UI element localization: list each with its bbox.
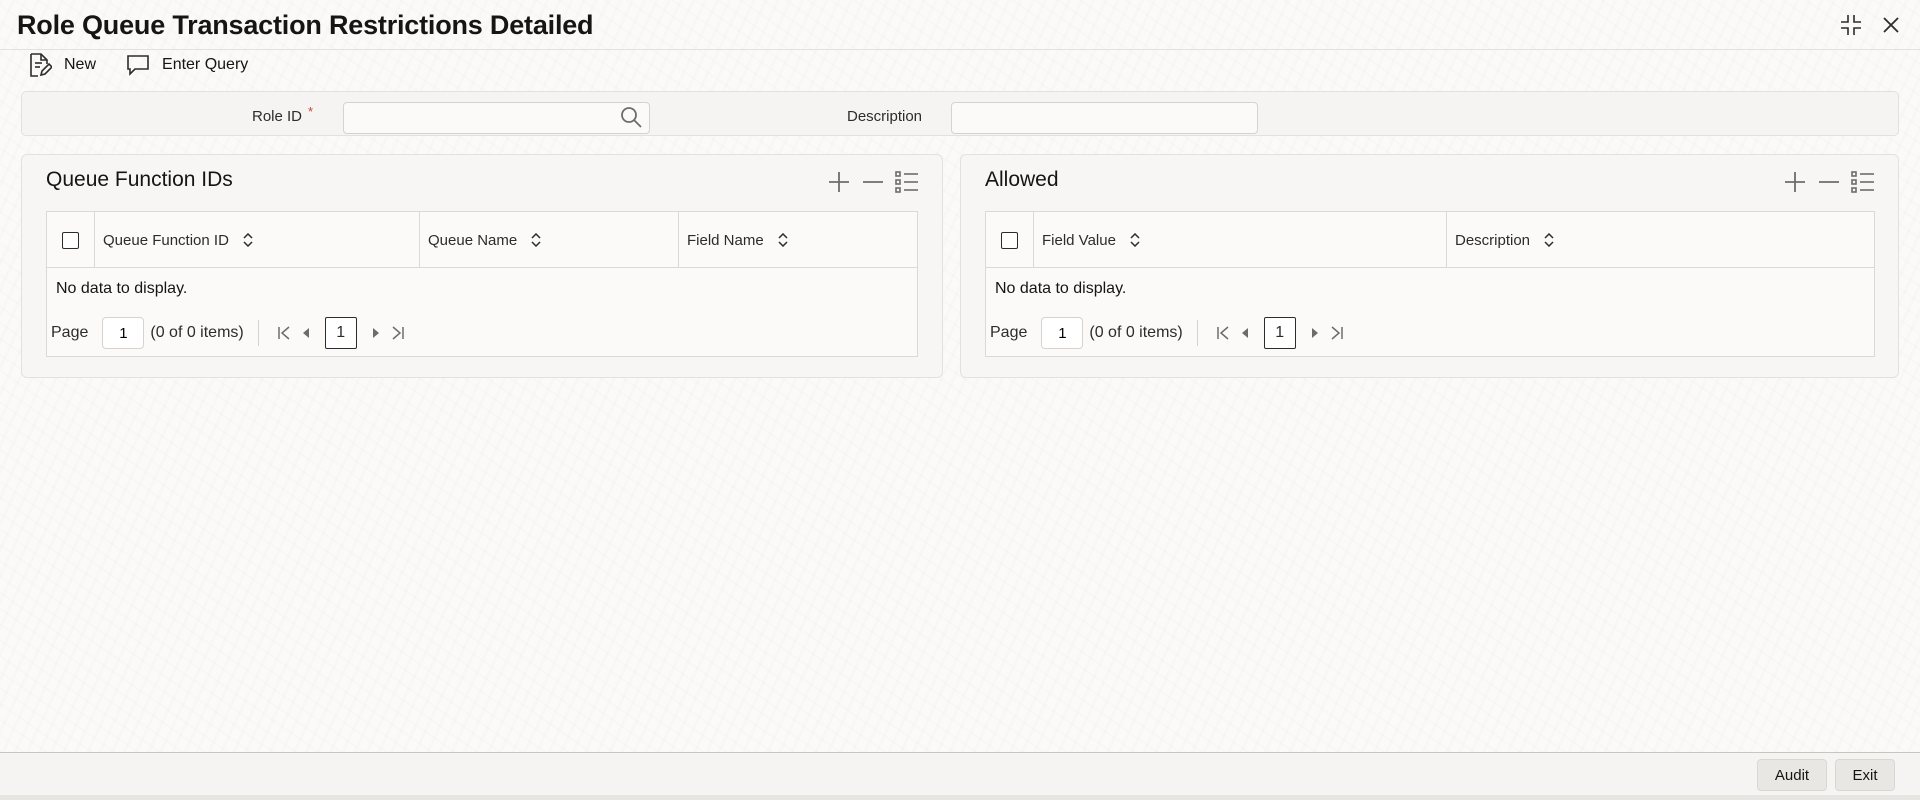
queue-panel-title: Queue Function IDs <box>46 168 233 191</box>
page-count: (0 of 0 items) <box>1089 324 1183 341</box>
description-input[interactable] <box>951 102 1258 134</box>
enter-query-button[interactable]: Enter Query <box>126 54 248 76</box>
footer-bar: Audit Exit <box>0 752 1920 800</box>
exit-button[interactable]: Exit <box>1835 759 1895 791</box>
next-page-icon[interactable] <box>1304 318 1326 348</box>
queue-grid: Queue Function ID Queue Name Field Name … <box>46 211 918 357</box>
allowed-grid-header: Field Value Description <box>986 212 1874 268</box>
current-page-button[interactable]: 1 <box>1263 317 1296 349</box>
page-number-input[interactable] <box>102 317 145 349</box>
col-label: Description <box>1455 231 1531 249</box>
col-label: Queue Name <box>428 231 518 249</box>
page-label: Page <box>51 324 89 341</box>
role-id-input[interactable] <box>343 102 650 134</box>
next-page-icon[interactable] <box>365 318 387 348</box>
allowed-col-field-value[interactable]: Field Value <box>1033 212 1446 268</box>
audit-button[interactable]: Audit <box>1757 759 1827 791</box>
sort-icon[interactable] <box>531 233 541 247</box>
required-marker: * <box>308 104 314 119</box>
description-label: Description <box>847 108 923 125</box>
sort-icon[interactable] <box>243 233 253 247</box>
page-count: (0 of 0 items) <box>150 324 244 341</box>
queue-grid-header: Queue Function ID Queue Name Field Name <box>47 212 917 268</box>
single-record-view-icon[interactable] <box>1850 169 1876 195</box>
queue-select-all-checkbox[interactable] <box>62 231 79 249</box>
window-controls <box>1838 12 1904 38</box>
queue-panel-actions <box>826 169 920 195</box>
queue-select-all-cell <box>47 212 94 268</box>
previous-page-icon[interactable] <box>295 318 317 348</box>
col-label: Field Name <box>687 231 764 249</box>
queue-col-queue-name[interactable]: Queue Name <box>419 212 678 268</box>
sort-icon[interactable] <box>1544 233 1554 247</box>
sort-icon[interactable] <box>778 233 788 247</box>
col-label: Field Value <box>1042 231 1116 249</box>
search-icon[interactable] <box>619 105 643 129</box>
queue-empty-message: No data to display. <box>56 280 188 297</box>
role-id-label: Role ID * <box>252 104 313 125</box>
allowed-panel-title: Allowed <box>985 168 1059 191</box>
page-title: Role Queue Transaction Restrictions Deta… <box>17 10 594 40</box>
allowed-grid: Field Value Description No data to displ… <box>985 211 1875 357</box>
first-page-icon[interactable] <box>273 318 295 348</box>
allowed-empty-message: No data to display. <box>995 280 1127 297</box>
footer-strip <box>0 795 1920 800</box>
query-bubble-icon <box>127 55 149 76</box>
toolbar: New Enter Query <box>28 52 248 78</box>
add-row-icon[interactable] <box>1782 169 1808 195</box>
header-form: Role ID * Description <box>21 91 1899 136</box>
queue-col-field-name[interactable]: Field Name <box>678 212 919 268</box>
add-row-icon[interactable] <box>826 169 852 195</box>
title-bar: Role Queue Transaction Restrictions Deta… <box>0 0 1920 50</box>
sort-icon[interactable] <box>1130 233 1140 247</box>
single-record-view-icon[interactable] <box>894 169 920 195</box>
allowed-panel: Allowed Field Value Description No data … <box>960 154 1899 378</box>
delete-row-icon[interactable] <box>860 169 886 195</box>
delete-row-icon[interactable] <box>1816 169 1842 195</box>
pager-divider <box>257 320 259 346</box>
new-label: New <box>64 56 97 73</box>
new-document-icon <box>30 53 52 77</box>
new-button[interactable]: New <box>28 52 96 78</box>
allowed-pager: Page (0 of 0 items) 1 <box>990 316 1348 350</box>
queue-pager: Page (0 of 0 items) 1 <box>51 316 409 350</box>
queue-function-ids-panel: Queue Function IDs Queue Function ID Que… <box>21 154 943 378</box>
queue-col-function-id[interactable]: Queue Function ID <box>94 212 419 268</box>
previous-page-icon[interactable] <box>1234 318 1256 348</box>
enter-query-label: Enter Query <box>162 56 249 73</box>
first-page-icon[interactable] <box>1212 318 1234 348</box>
allowed-panel-actions <box>1782 169 1876 195</box>
allowed-col-description[interactable]: Description <box>1446 212 1876 268</box>
collapse-icon[interactable] <box>1838 12 1864 38</box>
close-icon[interactable] <box>1878 12 1904 38</box>
last-page-icon[interactable] <box>1326 318 1348 348</box>
allowed-select-all-cell <box>986 212 1033 268</box>
role-id-label-text: Role ID <box>252 108 303 125</box>
col-label: Queue Function ID <box>103 231 229 249</box>
page-number-input[interactable] <box>1041 317 1084 349</box>
last-page-icon[interactable] <box>387 318 409 348</box>
pager-divider <box>1196 320 1198 346</box>
allowed-select-all-checkbox[interactable] <box>1001 231 1018 249</box>
page-label: Page <box>990 324 1028 341</box>
current-page-button[interactable]: 1 <box>324 317 357 349</box>
